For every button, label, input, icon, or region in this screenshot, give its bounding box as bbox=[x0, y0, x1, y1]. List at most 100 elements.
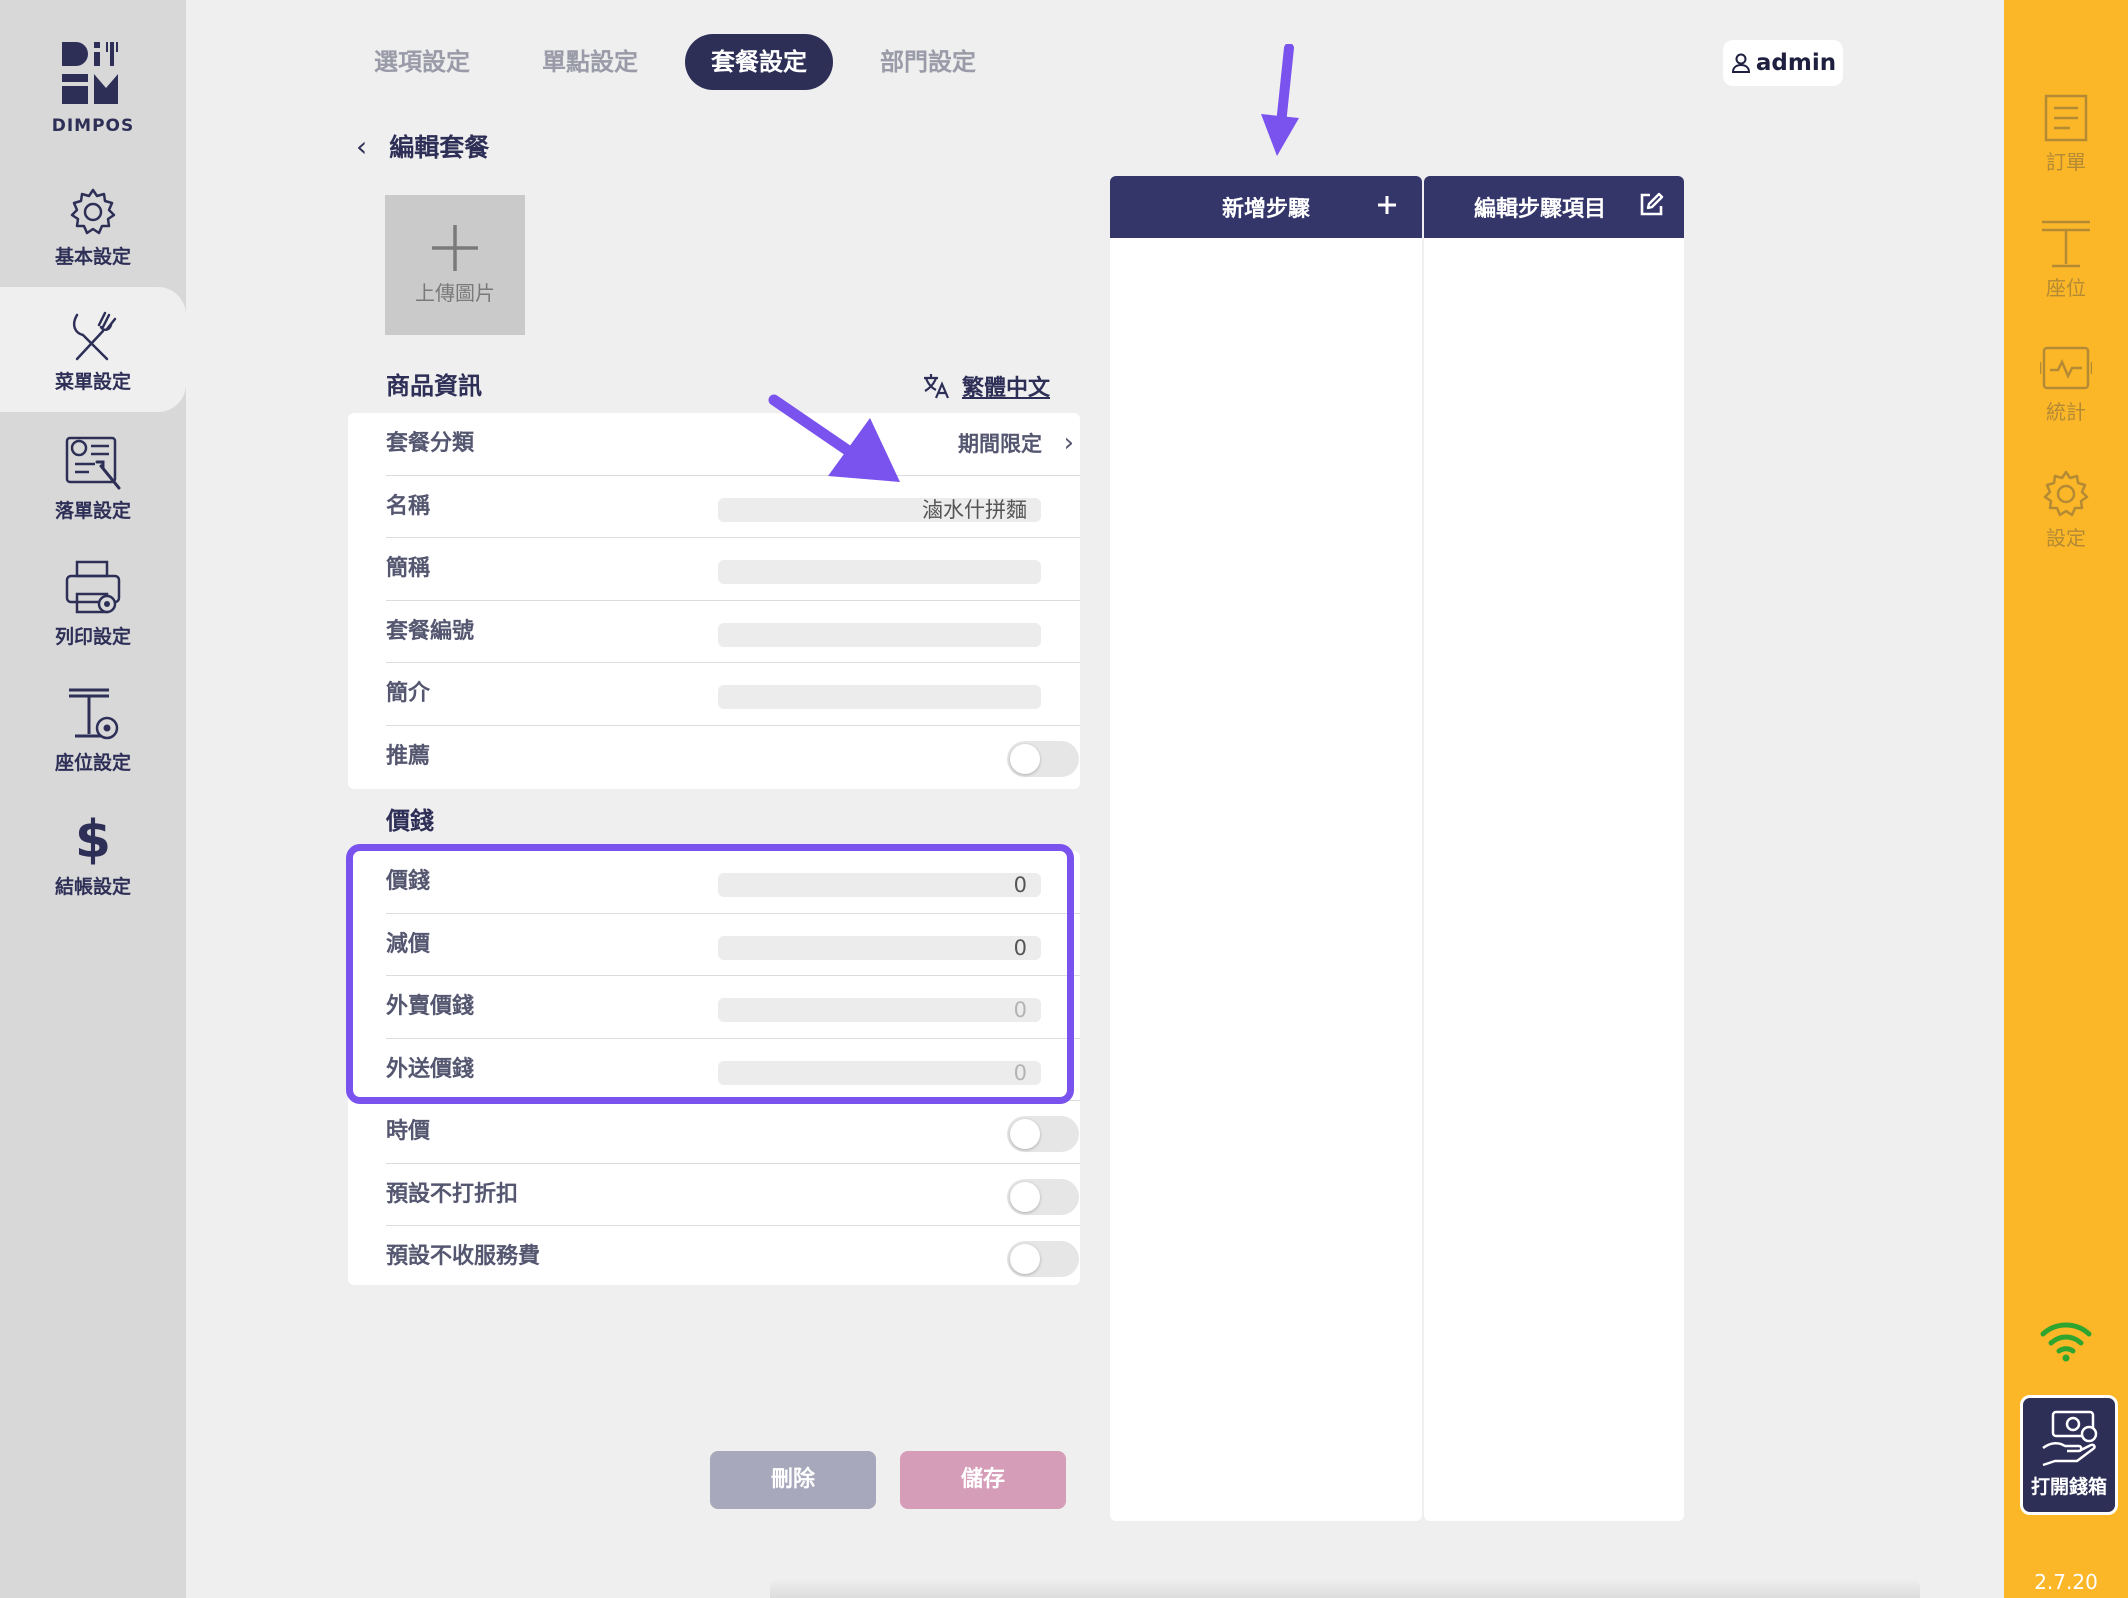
bottom-edge-shadow bbox=[770, 1578, 1920, 1598]
discount-input[interactable]: 0 bbox=[718, 935, 1041, 960]
category-value: 期間限定 bbox=[958, 432, 1042, 456]
product-info-card: 套餐分類 期間限定 › 名稱 滷水什拼麵 簡稱 套餐編號 簡介 推薦 bbox=[348, 413, 1080, 789]
name-label: 名稱 bbox=[386, 493, 431, 519]
order-settings-icon bbox=[65, 436, 121, 490]
nav-settings[interactable]: 設定 bbox=[2004, 468, 2128, 551]
product-info-title: 商品資訊 bbox=[386, 372, 482, 400]
upload-image-label: 上傳圖片 bbox=[415, 281, 495, 305]
nav-settings-label: 設定 bbox=[2046, 526, 2086, 550]
takeaway-price-input[interactable]: 0 bbox=[718, 998, 1041, 1022]
logo: DIMPOS bbox=[0, 38, 186, 136]
language-label: 繁體中文 bbox=[962, 376, 1051, 401]
price-row: 價錢 0 bbox=[386, 851, 1080, 914]
upload-image-button[interactable]: 上傳圖片 bbox=[385, 195, 525, 335]
recommend-row: 推薦 bbox=[386, 726, 1080, 789]
code-row: 套餐編號 bbox=[386, 601, 1080, 663]
order-list-icon bbox=[2044, 94, 2088, 142]
plus-icon[interactable] bbox=[1374, 192, 1400, 218]
nav-statistics[interactable]: 統計 bbox=[2004, 344, 2128, 425]
price-card: 價錢 0 減價 0 外賣價錢 0 外送價錢 0 時價 預設不打折扣 預設不收服務… bbox=[348, 851, 1080, 1285]
dimpos-logo-icon bbox=[62, 42, 118, 104]
sidebar-item-order-settings[interactable]: 落單設定 bbox=[0, 432, 186, 557]
printer-icon bbox=[65, 560, 121, 614]
edit-icon[interactable] bbox=[1638, 192, 1664, 218]
no-discount-row: 預設不打折扣 bbox=[386, 1164, 1080, 1226]
sidebar-item-label: 列印設定 bbox=[54, 626, 131, 648]
dollar-icon: $ bbox=[74, 810, 112, 870]
sidebar-item-menu-settings[interactable]: 菜單設定 bbox=[0, 287, 186, 412]
page-title: 編輯套餐 bbox=[389, 133, 490, 162]
tab-combo-settings[interactable]: 套餐設定 bbox=[685, 34, 833, 90]
tab-option-settings[interactable]: 選項設定 bbox=[348, 34, 496, 90]
sidebar-item-label: 菜單設定 bbox=[54, 371, 131, 393]
price-section-title: 價錢 bbox=[386, 807, 434, 835]
open-cash-drawer-label: 打開錢箱 bbox=[2030, 1476, 2107, 1498]
takeaway-price-row: 外賣價錢 0 bbox=[386, 976, 1080, 1039]
category-row[interactable]: 套餐分類 期間限定 › bbox=[386, 413, 1080, 476]
short-name-label: 簡稱 bbox=[386, 556, 431, 581]
add-step-header[interactable]: 新增步驟 bbox=[1110, 176, 1422, 238]
user-icon bbox=[1731, 53, 1750, 73]
code-input[interactable] bbox=[718, 622, 1041, 647]
page-header: ‹ 編輯套餐 bbox=[356, 126, 489, 166]
table-settings-icon bbox=[69, 688, 119, 740]
tab-department-settings[interactable]: 部門設定 bbox=[854, 34, 1002, 90]
save-button[interactable]: 儲存 bbox=[900, 1451, 1066, 1509]
no-service-charge-toggle[interactable] bbox=[1007, 1241, 1079, 1277]
logo-text: DIMPOS bbox=[51, 116, 135, 136]
description-row: 簡介 bbox=[386, 663, 1080, 726]
sidebar-item-label: 基本設定 bbox=[54, 246, 131, 268]
delivery-price-label: 外送價錢 bbox=[386, 1056, 475, 1082]
wifi-icon bbox=[2040, 1322, 2092, 1362]
price-input[interactable]: 0 bbox=[718, 873, 1041, 897]
edit-step-items-header[interactable]: 編輯步驟項目 bbox=[1424, 176, 1684, 238]
short-name-row: 簡稱 bbox=[386, 538, 1080, 601]
app-version: 2.7.20 bbox=[2034, 1570, 2098, 1594]
category-label: 套餐分類 bbox=[386, 431, 475, 456]
recommend-toggle[interactable] bbox=[1007, 740, 1079, 777]
nav-seats[interactable]: 座位 bbox=[2004, 218, 2128, 301]
sidebar-item-seat-settings[interactable]: 座位設定 bbox=[0, 684, 186, 809]
sidebar-item-print-settings[interactable]: 列印設定 bbox=[0, 558, 186, 683]
no-service-charge-row: 預設不收服務費 bbox=[386, 1226, 1080, 1289]
edit-step-items-panel: 編輯步驟項目 bbox=[1424, 176, 1684, 1521]
price-label: 價錢 bbox=[386, 869, 431, 894]
no-service-charge-label: 預設不收服務費 bbox=[386, 1244, 541, 1269]
edit-step-items-title: 編輯步驟項目 bbox=[1473, 197, 1606, 222]
description-label: 簡介 bbox=[386, 681, 431, 706]
sidebar-item-label: 結帳設定 bbox=[54, 876, 131, 898]
description-input[interactable] bbox=[718, 685, 1041, 709]
arrow-down-annotation-icon bbox=[1261, 44, 1299, 156]
no-discount-toggle[interactable] bbox=[1007, 1178, 1079, 1215]
chevron-right-icon: › bbox=[1063, 428, 1074, 458]
gear-icon bbox=[70, 188, 116, 235]
fork-knife-icon bbox=[72, 311, 117, 361]
user-badge[interactable]: admin bbox=[1723, 40, 1843, 86]
add-step-panel: 新增步驟 bbox=[1110, 176, 1422, 1521]
takeaway-price-label: 外賣價錢 bbox=[386, 994, 475, 1019]
right-sidebar: 訂單 座位 統計 設定 打開錢箱 2.7.20 bbox=[2004, 0, 2128, 1598]
delivery-price-row: 外送價錢 0 bbox=[386, 1039, 1080, 1101]
left-sidebar: DIMPOS 基本設定 菜單設定 落單設定 列印設定 座位設定 $ 結帳設定 bbox=[0, 0, 186, 1598]
delete-button[interactable]: 刪除 bbox=[710, 1451, 876, 1509]
recommend-label: 推薦 bbox=[386, 743, 431, 769]
code-label: 套餐編號 bbox=[386, 618, 475, 644]
sidebar-item-label: 座位設定 bbox=[54, 752, 131, 774]
statistics-icon bbox=[2040, 346, 2092, 390]
tab-single-item-settings[interactable]: 單點設定 bbox=[516, 34, 664, 90]
discount-label: 減價 bbox=[386, 931, 431, 957]
user-name: admin bbox=[1755, 50, 1837, 76]
name-input[interactable]: 滷水什拼麵 bbox=[718, 497, 1041, 522]
open-cash-drawer-button[interactable]: 打開錢箱 bbox=[2020, 1395, 2118, 1515]
market-price-toggle[interactable] bbox=[1007, 1116, 1079, 1152]
short-name-input[interactable] bbox=[718, 560, 1041, 584]
sidebar-item-checkout-settings[interactable]: $ 結帳設定 bbox=[0, 812, 186, 937]
nav-orders[interactable]: 訂單 bbox=[2004, 92, 2128, 175]
translate-icon bbox=[924, 374, 950, 399]
cash-drawer-icon bbox=[2042, 1410, 2098, 1467]
sidebar-item-label: 落單設定 bbox=[54, 500, 131, 522]
add-step-title: 新增步驟 bbox=[1221, 197, 1310, 222]
delivery-price-input[interactable]: 0 bbox=[718, 1060, 1041, 1085]
language-selector[interactable]: 繁體中文 bbox=[922, 370, 1050, 402]
back-chevron-icon[interactable]: ‹ bbox=[356, 130, 367, 163]
